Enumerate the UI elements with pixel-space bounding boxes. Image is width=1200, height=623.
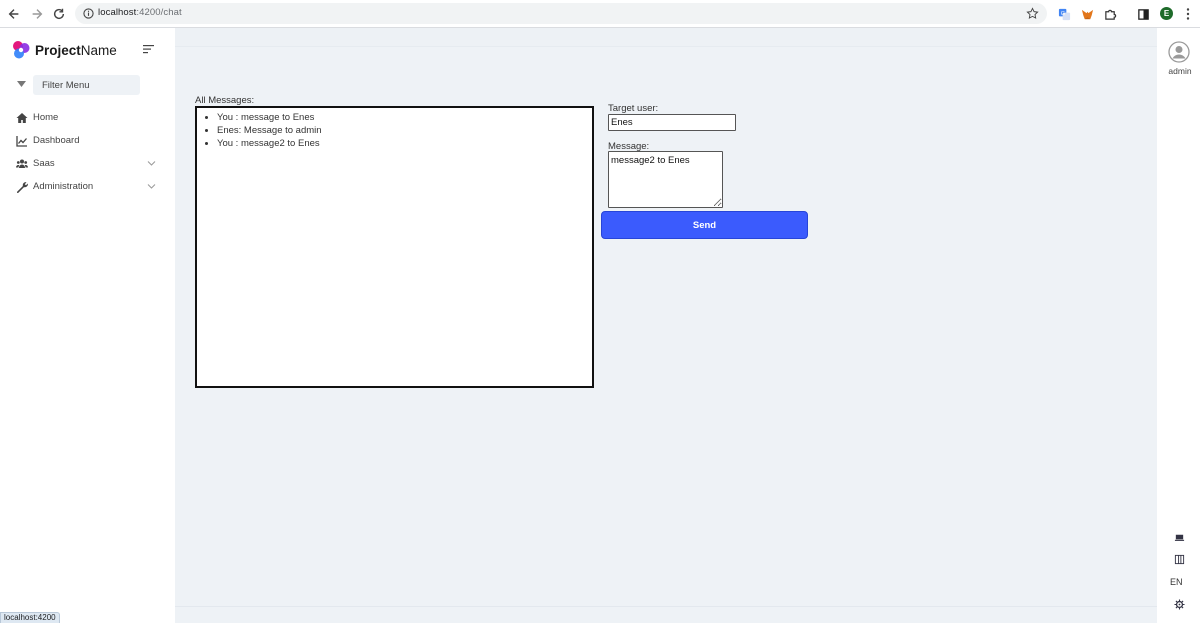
- sidebar-item-label: Administration: [33, 181, 94, 192]
- url-text: localhost:4200/chat: [98, 7, 182, 18]
- layout-columns-icon[interactable]: [1173, 553, 1185, 565]
- users-icon: [16, 159, 28, 168]
- back-icon[interactable]: [6, 6, 22, 22]
- sidebar-item-saas[interactable]: Saas: [0, 153, 175, 175]
- main-content: All Messages: You : message to Enes Enes…: [175, 28, 1157, 623]
- messages-list: You : message to Enes Enes: Message to a…: [195, 106, 594, 388]
- browser-menu-icon[interactable]: [1184, 7, 1192, 21]
- menu-collapse-icon[interactable]: [143, 44, 156, 54]
- forward-icon[interactable]: [29, 6, 45, 22]
- chevron-down-icon: [147, 184, 156, 189]
- bookmark-star-icon[interactable]: [1026, 7, 1039, 20]
- message-item: You : message to Enes: [217, 111, 592, 124]
- user-name-label: admin: [1168, 66, 1192, 76]
- page-header-band: [175, 28, 1157, 47]
- browser-toolbar: localhost:4200/chat G E: [0, 0, 1200, 28]
- extensions-puzzle-icon[interactable]: [1102, 6, 1118, 22]
- status-bar-url: localhost:4200: [0, 612, 60, 623]
- svg-text:G: G: [1060, 10, 1064, 16]
- sidebar-item-label: Dashboard: [33, 135, 80, 146]
- footer-divider: [175, 606, 1157, 607]
- sidebar-item-administration[interactable]: Administration: [0, 176, 175, 198]
- chevron-down-icon: [147, 161, 156, 166]
- metamask-fox-icon[interactable]: [1079, 6, 1095, 22]
- home-icon: [16, 113, 28, 123]
- translate-icon[interactable]: G: [1056, 6, 1072, 22]
- side-panel-icon[interactable]: [1135, 6, 1151, 22]
- laptop-icon[interactable]: [1173, 531, 1185, 543]
- sidebar: ProjectName Home Dashboard Saas Administ…: [0, 28, 175, 623]
- filter-menu-input[interactable]: [33, 75, 140, 95]
- chart-line-icon: [16, 136, 27, 147]
- site-info-icon[interactable]: [83, 8, 94, 19]
- right-rail: admin EN: [1157, 28, 1200, 623]
- wrench-icon: [17, 182, 28, 193]
- filter-icon: [17, 81, 26, 87]
- all-messages-label: All Messages:: [195, 95, 255, 106]
- send-button[interactable]: Send: [601, 211, 808, 239]
- target-user-label: Target user:: [608, 103, 659, 114]
- reload-icon[interactable]: [51, 6, 67, 22]
- profile-avatar[interactable]: E: [1160, 7, 1173, 20]
- sidebar-item-home[interactable]: Home: [0, 107, 175, 129]
- message-item: Enes: Message to admin: [217, 124, 592, 137]
- sidebar-item-dashboard[interactable]: Dashboard: [0, 130, 175, 152]
- target-user-input[interactable]: [608, 114, 736, 131]
- language-selector[interactable]: EN: [1170, 577, 1183, 587]
- address-bar[interactable]: localhost:4200/chat: [75, 3, 1047, 24]
- sidebar-item-label: Saas: [33, 158, 55, 169]
- message-item: You : message2 to Enes: [217, 137, 592, 150]
- sidebar-item-label: Home: [33, 112, 59, 123]
- gear-icon[interactable]: [1173, 598, 1185, 610]
- brand-name: ProjectName: [35, 42, 117, 58]
- user-avatar-icon[interactable]: [1168, 41, 1190, 63]
- brand-logo-icon: [13, 41, 30, 59]
- brand[interactable]: ProjectName: [11, 40, 117, 60]
- message-textarea[interactable]: message2 to Enes: [608, 151, 723, 208]
